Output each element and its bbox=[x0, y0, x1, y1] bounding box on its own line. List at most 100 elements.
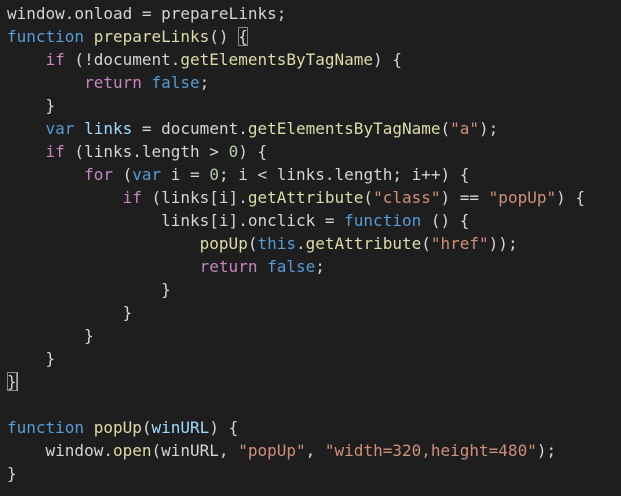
code-line[interactable]: window.onload = prepareLinks; bbox=[7, 2, 286, 25]
code-token-plain: } bbox=[7, 280, 171, 299]
code-token-plain: ( bbox=[141, 418, 152, 437]
code-token-keyword: function bbox=[7, 27, 85, 46]
code-line[interactable]: window.open(winURL, "popUp", "width=320,… bbox=[7, 439, 557, 462]
code-line[interactable]: } bbox=[7, 94, 56, 117]
code-token-function: getAttribute bbox=[305, 234, 422, 253]
code-token-keyword: false bbox=[151, 73, 200, 92]
code-token-control: if bbox=[122, 188, 142, 207]
code-line[interactable]: popUp(this.getAttribute("href")); bbox=[7, 232, 518, 255]
code-token-plain: links[i].onclick = bbox=[7, 211, 345, 230]
code-token-plain: } bbox=[7, 96, 56, 115]
code-token-number: 0 bbox=[228, 142, 239, 161]
code-token-plain: ; i < links.length; i++) { bbox=[218, 165, 470, 184]
code-token-plain: ( bbox=[440, 119, 451, 138]
code-token-variable: winURL bbox=[151, 418, 210, 437]
code-token-plain: ) { bbox=[556, 188, 586, 207]
code-line[interactable]: function popUp(winURL) { bbox=[7, 416, 238, 439]
code-line[interactable]: return false; bbox=[7, 255, 325, 278]
code-token-plain: ( bbox=[363, 188, 374, 207]
code-line[interactable]: if (!document.getElementsByTagName) { bbox=[7, 48, 402, 71]
code-token-function: getElementsByTagName bbox=[180, 50, 374, 69]
code-token-keyword: function bbox=[344, 211, 422, 230]
code-token-control: return bbox=[84, 73, 142, 92]
code-token-plain: (links.length > bbox=[64, 142, 229, 161]
code-line[interactable]: } bbox=[7, 301, 133, 324]
code-token-function: popUp bbox=[199, 234, 248, 253]
code-token-plain: (links[i]. bbox=[141, 188, 248, 207]
code-token-plain: ; bbox=[199, 73, 210, 92]
code-token-function: getElementsByTagName bbox=[247, 119, 441, 138]
code-token-keyword: var bbox=[132, 165, 162, 184]
code-token-control: if bbox=[45, 142, 65, 161]
code-token-plain: window.onload = prepareLinks; bbox=[7, 4, 287, 23]
code-line[interactable]: if (links.length > 0) { bbox=[7, 140, 268, 163]
code-token-string: "popUp" bbox=[238, 441, 306, 460]
code-token-plain: = document. bbox=[132, 119, 248, 138]
code-token-plain: } bbox=[7, 326, 94, 345]
code-token-keyword: this bbox=[257, 234, 296, 253]
code-line[interactable]: return false; bbox=[7, 71, 209, 94]
code-token-plain: )); bbox=[488, 234, 518, 253]
code-token-string: "href" bbox=[430, 234, 489, 253]
code-token-string: "width=320,height=480" bbox=[324, 441, 537, 460]
text-cursor bbox=[15, 372, 18, 391]
code-token-string: "class" bbox=[373, 188, 441, 207]
code-token-function: getAttribute bbox=[247, 188, 364, 207]
code-token-plain: i = bbox=[161, 165, 210, 184]
code-token-keyword: function bbox=[7, 418, 85, 437]
code-line[interactable]: for (var i = 0; i < links.length; i++) { bbox=[7, 163, 469, 186]
code-token-plain: . bbox=[296, 234, 306, 253]
code-token-plain: ); bbox=[536, 441, 557, 460]
code-token-plain: ( bbox=[112, 165, 133, 184]
code-line[interactable]: var links = document.getElementsByTagNam… bbox=[7, 117, 499, 140]
code-token-string: "a" bbox=[450, 119, 480, 138]
code-token-plain: (!document. bbox=[64, 50, 181, 69]
code-token-plain: ) == bbox=[440, 188, 489, 207]
code-token-control: if bbox=[45, 50, 65, 69]
code-token-number: 0 bbox=[209, 165, 219, 184]
code-line[interactable]: links[i].onclick = function () { bbox=[7, 209, 469, 232]
code-token-string: "popUp" bbox=[488, 188, 557, 207]
code-token-control: return bbox=[199, 257, 258, 276]
code-editor[interactable]: window.onload = prepareLinks; function pr… bbox=[0, 0, 621, 496]
code-token-function: open bbox=[112, 441, 152, 460]
code-token-plain: ) { bbox=[238, 142, 268, 161]
code-token-variable: links bbox=[84, 119, 133, 138]
code-token-control: for bbox=[84, 165, 113, 184]
code-line[interactable]: } bbox=[7, 370, 18, 393]
code-token-plain: } bbox=[7, 303, 133, 322]
code-token-plain: ( bbox=[421, 234, 431, 253]
code-token-keyword: var bbox=[45, 119, 75, 138]
code-token-plain: window. bbox=[7, 441, 113, 460]
code-line[interactable]: function prepareLinks() { bbox=[7, 25, 248, 48]
code-line[interactable]: } bbox=[7, 278, 171, 301]
code-token-plain: } bbox=[7, 464, 17, 483]
code-token-function: prepareLinks bbox=[93, 27, 210, 46]
code-line[interactable]: } bbox=[7, 462, 17, 485]
code-token-plain: ) { bbox=[373, 50, 402, 69]
code-token-plain: } bbox=[7, 349, 56, 368]
code-token-function: popUp bbox=[93, 418, 142, 437]
code-line[interactable]: if (links[i].getAttribute("class") == "p… bbox=[7, 186, 585, 209]
code-line[interactable]: } bbox=[7, 324, 94, 347]
code-token-keyword: false bbox=[267, 257, 316, 276]
code-line[interactable]: } bbox=[7, 347, 56, 370]
code-token-plain: () { bbox=[421, 211, 470, 230]
code-token-plain: ); bbox=[479, 119, 499, 138]
code-token-bracket-match: { bbox=[238, 27, 248, 46]
code-token-plain: (winURL, bbox=[151, 441, 239, 460]
code-token-plain: () bbox=[209, 27, 239, 46]
